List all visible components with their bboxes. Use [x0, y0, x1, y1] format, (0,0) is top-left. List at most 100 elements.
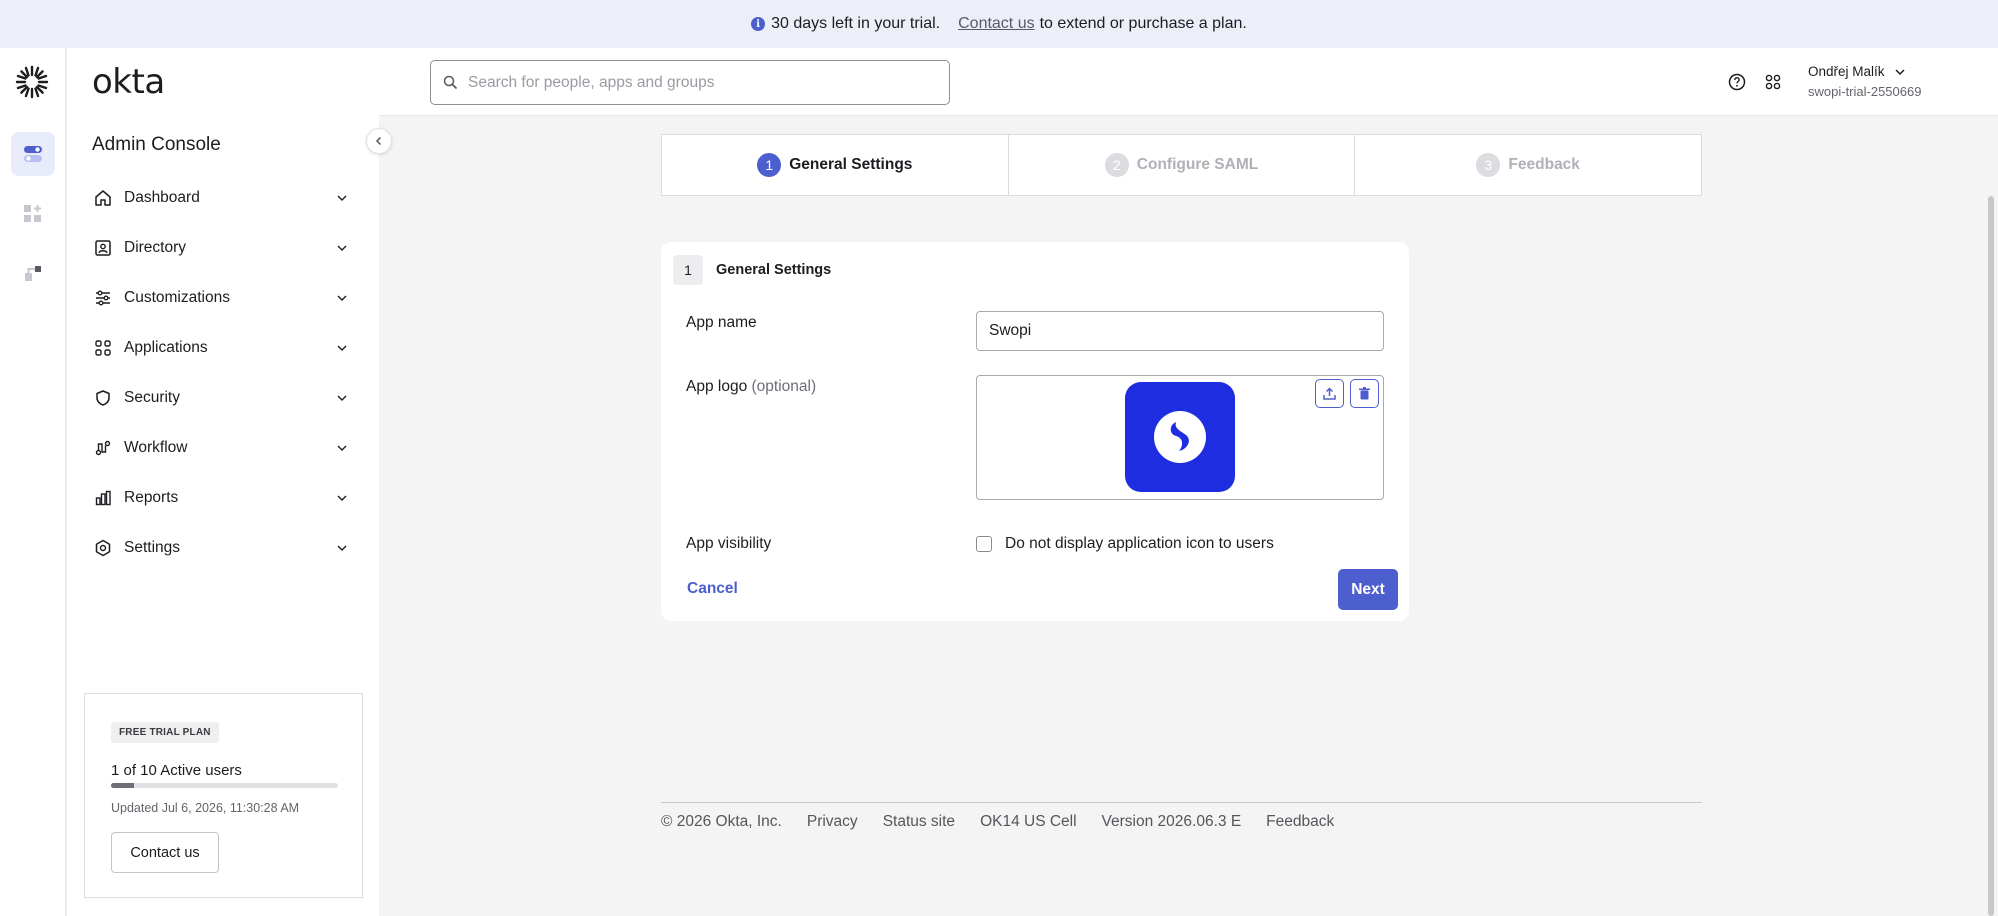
step-number: 3 [1476, 153, 1501, 177]
sidebar-item-label: Applications [124, 339, 208, 356]
grid-icon [93, 338, 113, 358]
hide-app-icon-label[interactable]: Do not display application icon to users [1005, 535, 1274, 553]
sidebar-item-applications[interactable]: Applications [87, 323, 355, 373]
trial-plan-card: FREE TRIAL PLAN 1 of 10 Active users Upd… [84, 693, 363, 898]
user-menu[interactable]: Ondřej Malík [1808, 64, 1907, 79]
wizard-steps: 1 General Settings 2 Configure SAML 3 Fe… [661, 134, 1702, 196]
sidebar-item-label: Reports [124, 489, 179, 506]
active-users-progress [111, 783, 338, 788]
feedback-link[interactable]: Feedback [1266, 813, 1334, 831]
sidebar-item-label: Directory [124, 239, 187, 256]
step-number: 2 [1104, 153, 1129, 177]
workflows-rail-button[interactable] [11, 252, 55, 296]
sidebar-item-reports[interactable]: Reports [87, 473, 355, 523]
trash-icon [1359, 387, 1370, 400]
version-text: Version 2026.06.3 E [1101, 813, 1242, 830]
user-name: Ondřej Malík [1808, 64, 1885, 79]
sidebar: okta Admin Console Dashboard Directory C… [67, 48, 392, 916]
sidebar-item-label: Security [124, 389, 180, 406]
home-icon [93, 188, 113, 208]
hide-app-icon-checkbox[interactable] [976, 536, 992, 552]
footer: © 2026 Okta, Inc. Privacy Status site OK… [661, 802, 1702, 831]
app-logo-image [1125, 382, 1235, 492]
sidebar-item-label: Settings [124, 539, 181, 556]
chevron-down-icon [337, 195, 347, 201]
app-switcher-rail [0, 48, 66, 916]
chevron-down-icon [337, 245, 347, 251]
scrollbar[interactable] [1988, 196, 1994, 916]
collapse-sidebar-button[interactable] [366, 128, 392, 154]
gear-icon [93, 538, 113, 558]
sidebar-item-security[interactable]: Security [87, 373, 355, 423]
app-name-input[interactable] [976, 311, 1384, 351]
chevron-down-icon [337, 545, 347, 551]
bar-chart-icon [93, 488, 113, 508]
upload-icon [1323, 387, 1336, 400]
app-logo-label: App logo (optional) [686, 378, 816, 396]
general-settings-card: 1 General Settings App name App logo (op… [661, 242, 1409, 621]
section-number: 1 [673, 255, 703, 285]
upload-logo-button[interactable] [1315, 379, 1344, 408]
active-users-progress-fill [111, 783, 134, 788]
widgets-add-icon [24, 205, 41, 222]
sidebar-item-workflow[interactable]: Workflow [87, 423, 355, 473]
swopi-logo-icon [1154, 411, 1206, 463]
contact-us-link[interactable]: Contact us [958, 15, 1034, 33]
sidebar-item-directory[interactable]: Directory [87, 223, 355, 273]
admin-console-rail-button[interactable] [11, 132, 55, 176]
step-number: 1 [757, 153, 782, 177]
app-logo-upload-box [976, 375, 1384, 500]
app-visibility-label: App visibility [686, 535, 772, 552]
last-updated-text: Updated Jul 6, 2026, 11:30:28 AM [111, 801, 300, 815]
sidebar-nav: Dashboard Directory Customizations Appli… [87, 173, 355, 573]
search-input[interactable] [468, 73, 928, 92]
chevron-down-icon [337, 295, 347, 301]
app-name-label: App name [686, 314, 757, 331]
sidebar-item-label: Dashboard [124, 189, 200, 206]
toggle-icon [24, 146, 42, 162]
step-label: General Settings [789, 156, 913, 173]
sidebar-item-label: Workflow [124, 439, 188, 456]
apps-grid-icon[interactable] [1762, 71, 1784, 93]
okta-logo[interactable]: okta [92, 62, 165, 102]
privacy-link[interactable]: Privacy [807, 813, 858, 831]
trial-message-suffix: to extend or purchase a plan. [1039, 15, 1247, 32]
step-label: Configure SAML [1136, 156, 1259, 173]
chevron-down-icon [337, 495, 347, 501]
next-button[interactable]: Next [1338, 569, 1398, 610]
trial-banner: i 30 days left in your trial. Contact us… [0, 0, 1998, 48]
step-configure-saml: 2 Configure SAML [1009, 135, 1356, 195]
search-icon [443, 75, 458, 90]
chevron-down-icon [337, 445, 347, 451]
section-title: General Settings [716, 262, 832, 278]
active-users-count: 1 of 10 Active users [111, 762, 242, 779]
cell-name: OK14 US Cell [980, 813, 1077, 830]
help-icon[interactable] [1726, 71, 1748, 93]
contact-us-button[interactable]: Contact us [111, 832, 219, 873]
trial-message: 30 days left in your trial. [771, 15, 941, 32]
admin-console-title: Admin Console [92, 134, 221, 155]
directory-icon [93, 238, 113, 258]
step-general-settings[interactable]: 1 General Settings [662, 135, 1009, 195]
chevron-down-icon [337, 395, 347, 401]
sidebar-item-settings[interactable]: Settings [87, 523, 355, 573]
workflows-icon [25, 266, 41, 281]
optional-hint: (optional) [751, 378, 817, 395]
top-header: Ondřej Malík swopi-trial-2550669 [379, 48, 1998, 116]
trial-plan-badge: FREE TRIAL PLAN [111, 722, 219, 743]
delete-logo-button[interactable] [1350, 379, 1379, 408]
chevron-down-icon [1895, 68, 1905, 75]
sidebar-item-dashboard[interactable]: Dashboard [87, 173, 355, 223]
okta-aura-logo-icon[interactable] [15, 65, 49, 99]
org-name: swopi-trial-2550669 [1808, 84, 1922, 99]
chevron-left-icon [375, 136, 382, 146]
dashboard-add-rail-button[interactable] [11, 192, 55, 236]
info-icon: i [751, 17, 766, 31]
sidebar-item-customizations[interactable]: Customizations [87, 273, 355, 323]
copyright: © 2026 Okta, Inc. [661, 813, 782, 830]
chevron-down-icon [337, 345, 347, 351]
step-label: Feedback [1508, 156, 1580, 173]
search-box[interactable] [430, 60, 950, 105]
cancel-button[interactable]: Cancel [687, 580, 738, 598]
status-site-link[interactable]: Status site [883, 813, 955, 831]
